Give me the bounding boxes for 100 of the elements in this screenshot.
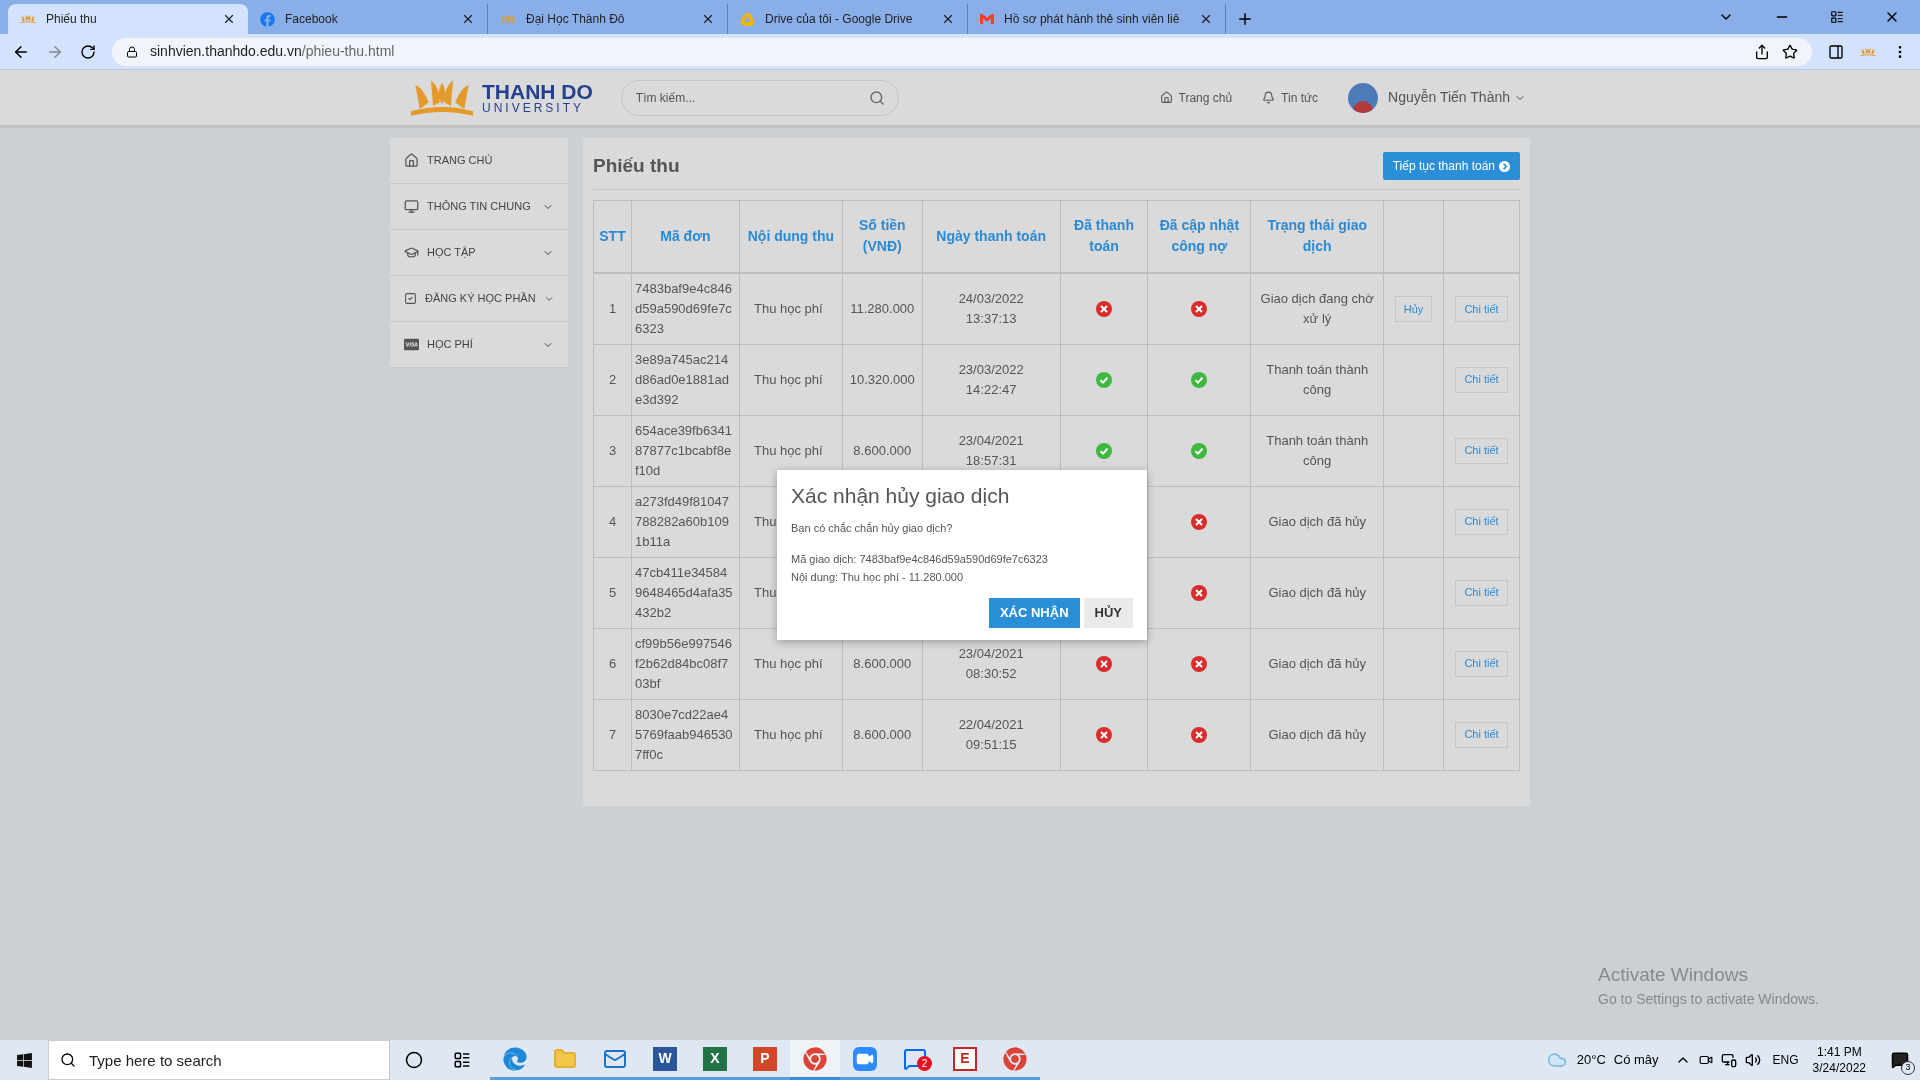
home-icon	[1159, 91, 1173, 104]
user-menu[interactable]: Nguyễn Tiến Thành	[1388, 87, 1526, 108]
table-cell: 10.320.000	[849, 371, 915, 387]
close-icon[interactable]	[941, 12, 955, 26]
search-field[interactable]: Tìm kiếm...	[620, 79, 899, 116]
language-indicator[interactable]: ENG	[1772, 1051, 1799, 1069]
windows-start-icon[interactable]	[15, 1051, 33, 1069]
chrome-icon	[803, 1046, 827, 1071]
app-icon: E	[953, 1046, 977, 1071]
close-icon[interactable]	[701, 12, 715, 26]
address-bar[interactable]: sinhvien.thanhdo.edu.vn/phieu-thu.html	[112, 37, 1812, 66]
date-time: 23/04/2021 08:30:52	[958, 645, 1024, 681]
logo-subtitle: UNIVERSITY	[482, 102, 585, 114]
table-cell: 3	[593, 415, 632, 486]
close-icon[interactable]	[222, 12, 236, 26]
date-time: 24/03/2022 13:37:13	[958, 290, 1024, 326]
nav-link[interactable]: Trang chủ	[1159, 88, 1233, 107]
cortana-icon[interactable]	[405, 1051, 423, 1069]
camera-icon[interactable]	[1698, 1053, 1713, 1067]
table-cell: Thu	[753, 584, 777, 600]
close-icon[interactable]	[461, 12, 475, 26]
date-time: 22/04/2021 09:51:15	[958, 716, 1024, 752]
taskbar-search[interactable]: Type here to search	[48, 1040, 390, 1080]
date-time: 23/03/2022 14:22:47	[958, 361, 1024, 397]
column-header: Trạng thái giao dịch	[1250, 200, 1384, 273]
logo-icon	[500, 13, 516, 25]
table-cell: 2	[593, 344, 632, 415]
table-cell: Thu học phí	[753, 726, 823, 742]
reload-icon[interactable]	[80, 43, 96, 60]
app-icon: X	[703, 1046, 727, 1071]
taskbar-app[interactable]: W	[640, 1040, 690, 1080]
side-panel-icon[interactable]	[1828, 43, 1844, 60]
order-code: a273fd49f81047788282a60b1091b11a	[635, 492, 730, 551]
status-text: Giao dịch đã hủy	[1268, 655, 1366, 671]
order-code: cf99b56e997546f2b62d84bc08f703bf	[635, 634, 733, 693]
extension-icon	[1860, 45, 1876, 58]
table-cell: 8.600.000	[853, 726, 912, 742]
column-header: Đã thanh toán	[1060, 200, 1148, 273]
table-cell: Thu học phí	[753, 442, 823, 458]
status-text: Giao dịch đang chờ xử lý	[1260, 290, 1374, 326]
taskbar-app[interactable]: X	[690, 1040, 740, 1080]
app-icon: W	[653, 1046, 677, 1071]
page-title: Phiếu thu	[593, 154, 680, 178]
home-icon	[404, 153, 419, 168]
share-icon[interactable]	[1754, 43, 1770, 60]
sidebar-label: HỌC TẬP	[427, 245, 477, 261]
sidebar-item[interactable]: HỌC PHÍ	[390, 322, 568, 368]
bookmark-star-icon[interactable]	[1782, 43, 1798, 60]
column-header: Đã cập nhật công nợ	[1147, 200, 1251, 273]
table-cell: Thu	[753, 513, 777, 529]
tab-title: Phiếu thu	[46, 11, 97, 28]
confirm-button[interactable]: XÁC NHẬN	[988, 598, 1080, 628]
chrome-icon	[1003, 1046, 1027, 1071]
dialog-detail: Nội dung: Thu học phí - 11.280.000	[791, 570, 965, 585]
continue-payment-button[interactable]: Tiếp tục thanh toán	[1382, 152, 1520, 181]
column-header: Ngày thanh toán	[922, 200, 1061, 273]
lock-icon	[126, 45, 138, 58]
cancel-button[interactable]: HỦY	[1083, 598, 1133, 628]
search-icon	[60, 1052, 76, 1068]
status-text: Giao dịch đã hủy	[1268, 513, 1366, 529]
sidebar-item[interactable]: ĐĂNG KÝ HỌC PHẦN	[390, 276, 568, 322]
network-icon[interactable]	[1720, 1052, 1737, 1068]
site-logo[interactable]: THANH DO UNIVERSITY	[406, 77, 593, 118]
notification-badge: 2	[917, 1056, 932, 1071]
status-text: Giao dịch đã hủy	[1268, 584, 1366, 600]
volume-icon[interactable]	[1744, 1052, 1761, 1068]
table-cell: 11.280.000	[850, 301, 915, 316]
taskbar-app[interactable]	[790, 1040, 840, 1080]
dialog-detail: Mã giao dịch: 7483baf9e4c846d59a590d69fe7c6323	[791, 552, 1049, 567]
search-icon[interactable]	[868, 89, 885, 106]
status-text: Thanh toán thành công	[1266, 361, 1369, 397]
sidebar-item[interactable]: TRANG CHỦ	[390, 138, 568, 184]
card-icon	[404, 337, 419, 352]
temperature: 20°C	[1576, 1051, 1606, 1070]
order-code: 654ace39fb634187877c1bcabf8ef10d	[635, 421, 733, 480]
folder-icon	[553, 1046, 577, 1071]
order-code: 8030e7cd22ae45769faab9465307ff0c	[635, 705, 733, 764]
app-icon: P	[753, 1046, 777, 1071]
sidebar-item[interactable]: HỌC TẬP	[390, 230, 568, 276]
nav-link[interactable]: Tin tức	[1262, 88, 1319, 107]
tab-title: Drive của tôi - Google Drive	[765, 11, 913, 28]
status-text: Thanh toán thành công	[1266, 432, 1369, 468]
notification-count: 3	[1901, 1061, 1915, 1075]
table-cell: Thu học phí	[753, 655, 823, 671]
taskbar-app[interactable]: 2	[890, 1040, 940, 1080]
sidebar-label: ĐĂNG KÝ HỌC PHẦN	[425, 291, 536, 307]
tab-title: Facebook	[285, 11, 338, 28]
logo-icon	[20, 13, 36, 25]
table-cell: 8.600.000	[853, 442, 912, 458]
table-cell: 5	[593, 557, 632, 628]
weather-text: Có mây	[1613, 1051, 1659, 1070]
avatar	[1348, 82, 1379, 113]
sidebar-item[interactable]: THÔNG TIN CHUNG	[390, 184, 568, 230]
activation-subtitle: Go to Settings to activate Windows.	[1598, 990, 1819, 1009]
date-time: 23/04/2021 18:57:31	[958, 432, 1024, 468]
clock[interactable]: 1:41 PM 3/24/2022	[1812, 1044, 1866, 1076]
taskbar-app[interactable]: E	[940, 1040, 990, 1080]
activation-title: Activate Windows	[1598, 962, 1749, 987]
browser-tab[interactable]: Phiếu thu	[8, 4, 248, 34]
monitor-icon	[404, 199, 419, 214]
